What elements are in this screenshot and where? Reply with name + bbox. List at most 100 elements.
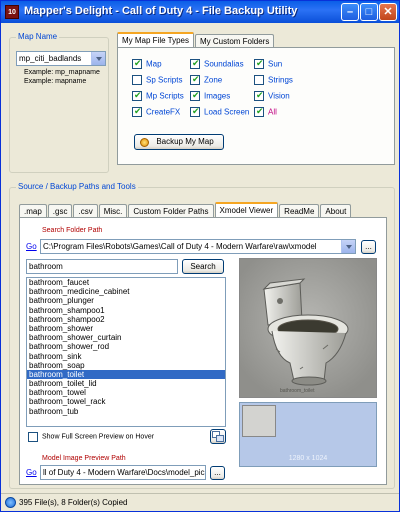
- browse-folder-button[interactable]: ...: [361, 240, 376, 254]
- checkbox-box[interactable]: [254, 75, 264, 85]
- tab-readme[interactable]: ReadMe: [279, 204, 320, 217]
- checkbox-label: Soundalias: [204, 59, 244, 69]
- search-button[interactable]: Search: [182, 259, 224, 274]
- open-preview-button[interactable]: [210, 429, 226, 444]
- list-item[interactable]: bathroom_toilet: [27, 369, 225, 380]
- minimize-button[interactable]: –: [341, 3, 359, 21]
- checkbox-vision[interactable]: Vision: [254, 90, 290, 101]
- model-image-preview-path-label: Model Image Preview Path: [42, 455, 126, 462]
- map-name-group: Map Name mp_citi_badlands Example: mp_ma…: [9, 32, 109, 173]
- window-title: Mapper's Delight - Call of Duty 4 - File…: [24, 5, 298, 17]
- tab-map[interactable]: .map: [19, 204, 47, 217]
- checkbox-map[interactable]: Map: [132, 58, 162, 69]
- checkbox-strings[interactable]: Strings: [254, 75, 293, 85]
- checkbox-label: Mp Scripts: [146, 91, 184, 101]
- app-icon: 10: [5, 5, 19, 19]
- search-folder-path-value: C:\Program Files\Robots\Games\Call of Du…: [43, 242, 317, 251]
- search-input[interactable]: bathroom: [26, 259, 178, 274]
- list-item[interactable]: bathroom_shampoo1: [27, 306, 225, 315]
- checkbox-label: CreateFX: [146, 107, 181, 117]
- list-item[interactable]: bathroom_shower_curtain: [27, 333, 225, 342]
- check-icon[interactable]: [254, 90, 264, 101]
- checkbox-box[interactable]: [28, 432, 38, 442]
- checkbox-label: Images: [204, 91, 231, 101]
- preview-window-icon: [212, 431, 224, 442]
- checkbox-box[interactable]: [132, 75, 142, 85]
- title-bar[interactable]: 10 Mapper's Delight - Call of Duty 4 - F…: [1, 1, 399, 23]
- check-icon[interactable]: [132, 106, 142, 117]
- checkbox-mp-scripts[interactable]: Mp Scripts: [132, 90, 184, 101]
- tab-xmodel-viewer[interactable]: Xmodel Viewer: [214, 202, 279, 217]
- map-name-example-1: Example: mp_mapname: [24, 69, 100, 76]
- map-name-example-2: Example: mapname: [24, 78, 87, 85]
- file-types-panel: Map Sp Scripts Mp Scripts CreateFX Sound…: [117, 47, 395, 165]
- list-item[interactable]: bathroom_shower_rod: [27, 342, 225, 351]
- check-icon[interactable]: [190, 106, 200, 117]
- list-item[interactable]: bathroom_sink: [27, 352, 225, 361]
- map-name-group-title: Map Name: [16, 32, 60, 41]
- show-fullscreen-preview-checkbox[interactable]: Show Full Screen Preview on Hover: [28, 432, 154, 442]
- list-item[interactable]: bathroom_faucet: [27, 278, 225, 287]
- check-icon[interactable]: [254, 58, 264, 69]
- check-icon[interactable]: [254, 106, 264, 117]
- tab-custom-folder-paths[interactable]: Custom Folder Paths: [128, 204, 214, 217]
- tab-misc[interactable]: Misc.: [98, 204, 128, 217]
- list-item[interactable]: bathroom_soap: [27, 361, 225, 370]
- checkbox-label: Vision: [268, 91, 290, 101]
- search-folder-go-link[interactable]: Go: [26, 242, 37, 251]
- check-icon[interactable]: [132, 90, 142, 101]
- checkbox-label: Sp Scripts: [146, 75, 183, 85]
- list-item[interactable]: bathroom_plunger: [27, 296, 225, 305]
- chevron-down-icon[interactable]: [341, 240, 355, 253]
- checkbox-sun[interactable]: Sun: [254, 58, 283, 69]
- checkbox-label: Load Screen: [204, 107, 250, 117]
- tab-my-custom-folders[interactable]: My Custom Folders: [194, 34, 275, 47]
- source-backup-group-title: Source / Backup Paths and Tools: [16, 182, 138, 191]
- toilet-model-image: [240, 259, 376, 397]
- tab-csv[interactable]: .csv: [73, 204, 98, 217]
- list-item[interactable]: bathroom_shower: [27, 324, 225, 333]
- tab-gsc[interactable]: .gsc: [47, 204, 73, 217]
- checkbox-label: Zone: [204, 75, 223, 85]
- list-item[interactable]: bathroom_towel_rack: [27, 397, 225, 406]
- map-name-select[interactable]: mp_citi_badlands: [16, 51, 106, 66]
- status-bar: 395 File(s), 8 Folder(s) Copied: [1, 493, 399, 511]
- list-item[interactable]: bathroom_medicine_cabinet: [27, 287, 225, 296]
- checkbox-label: Map: [146, 59, 162, 69]
- check-icon[interactable]: [190, 90, 200, 101]
- list-item[interactable]: bathroom_tub: [27, 407, 225, 416]
- backup-button-label: Backup My Map: [156, 137, 214, 146]
- chevron-down-icon[interactable]: [91, 52, 105, 65]
- info-icon: [5, 497, 16, 508]
- checkbox-sp-scripts[interactable]: Sp Scripts: [132, 75, 182, 85]
- xmodel-list-items: bathroom_faucet bathroom_medicine_cabinet…: [27, 278, 225, 416]
- checkbox-images[interactable]: Images: [190, 90, 231, 101]
- browse-preview-path-button[interactable]: ...: [210, 466, 225, 480]
- xmodel-list[interactable]: bathroom_faucet bathroom_medicine_cabinet…: [26, 277, 226, 427]
- close-button[interactable]: ✕: [379, 3, 397, 21]
- checkbox-label: Show Full Screen Preview on Hover: [42, 433, 155, 441]
- backup-my-map-button[interactable]: Backup My Map: [134, 134, 224, 150]
- search-folder-path-label: Search Folder Path: [42, 227, 103, 234]
- preview-path-input[interactable]: ll of Duty 4 - Modern Warfare\Docs\model…: [40, 465, 206, 480]
- list-item[interactable]: bathroom_towel: [27, 388, 225, 397]
- check-icon[interactable]: [190, 74, 200, 85]
- tab-about[interactable]: About: [320, 204, 352, 217]
- app-window: 10 Mapper's Delight - Call of Duty 4 - F…: [0, 0, 400, 512]
- checkbox-label: Strings: [268, 75, 293, 85]
- list-item[interactable]: bathroom_toilet_lid: [27, 379, 225, 388]
- list-item[interactable]: bathroom_shampoo2: [27, 315, 225, 324]
- search-folder-path-select[interactable]: C:\Program Files\Robots\Games\Call of Du…: [40, 239, 356, 254]
- maximize-button[interactable]: □: [360, 3, 378, 21]
- preview-path-go-link[interactable]: Go: [26, 468, 37, 477]
- check-icon[interactable]: [132, 58, 142, 69]
- checkbox-soundalias[interactable]: Soundalias: [190, 58, 244, 69]
- checkbox-load-screen[interactable]: Load Screen: [190, 106, 250, 117]
- checkbox-all[interactable]: All: [254, 106, 277, 117]
- checkbox-zone[interactable]: Zone: [190, 74, 223, 85]
- check-icon[interactable]: [190, 58, 200, 69]
- checkbox-label: Sun: [268, 59, 283, 69]
- checkbox-createfx[interactable]: CreateFX: [132, 106, 181, 117]
- tab-my-map-file-types[interactable]: My Map File Types: [117, 32, 194, 47]
- preview-caption: bathroom_toilet: [280, 388, 315, 394]
